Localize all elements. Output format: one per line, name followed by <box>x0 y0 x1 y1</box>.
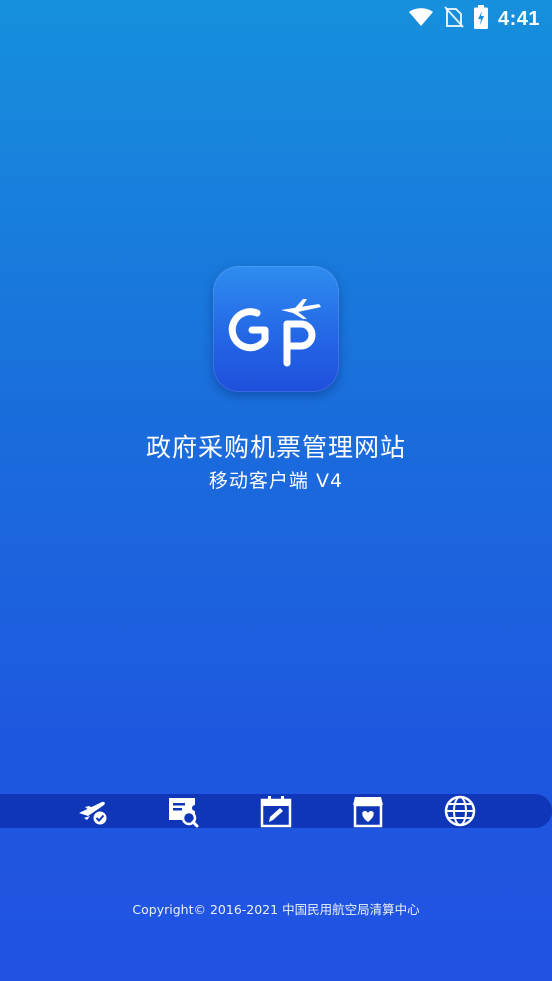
app-subtitle: 移动客户端 V4 <box>208 470 344 492</box>
status-icons: 4:41 <box>408 5 540 33</box>
no-sim-icon <box>444 6 464 32</box>
calendar-edit-icon <box>259 794 293 828</box>
plane-check-icon <box>76 794 110 828</box>
status-bar: 4:41 <box>0 0 552 38</box>
battery-charging-icon <box>473 5 488 33</box>
ticket-search-icon <box>166 794 200 828</box>
clock: 4:41 <box>497 7 540 30</box>
app-logo <box>213 266 339 392</box>
feature-strip <box>0 794 552 828</box>
app-title: 政府采购机票管理网站 <box>145 433 406 462</box>
copyright-text: Copyright© 2016-2021 中国民用航空局清算中心 <box>132 902 420 917</box>
wifi-icon <box>408 7 434 31</box>
globe-icon <box>443 794 477 828</box>
store-heart-icon <box>351 794 385 828</box>
